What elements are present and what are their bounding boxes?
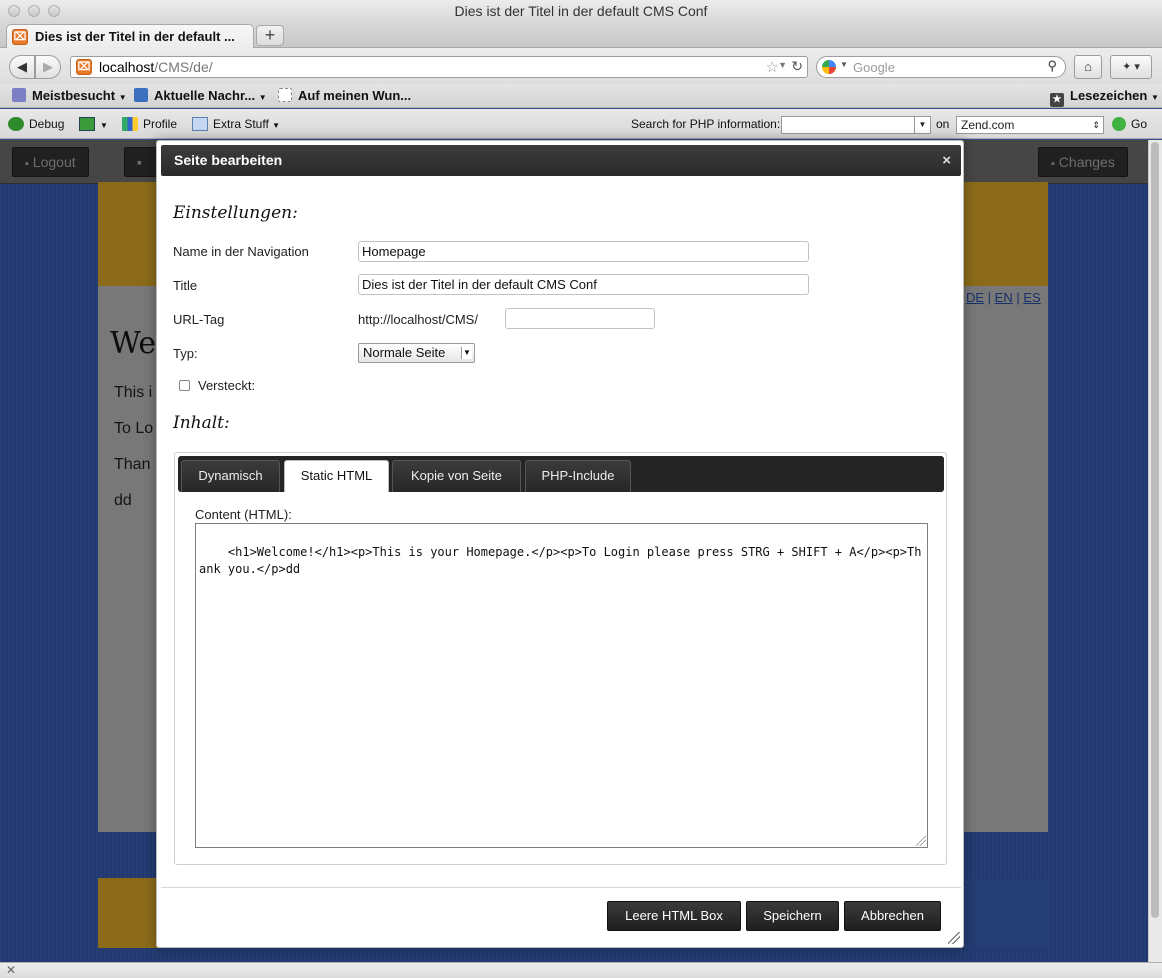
addon-menu-icon[interactable]: ✦ ▾	[1110, 55, 1152, 79]
extra-stuff-menu[interactable]: Extra Stuff ▼	[192, 109, 280, 141]
chevron-down-icon: ▼	[461, 347, 472, 359]
tab-php-include[interactable]: PHP-Include	[525, 460, 631, 492]
content-html-label: Content (HTML):	[195, 507, 292, 522]
browser-tab[interactable]: ⌧ Dies ist der Titel in der default ...	[6, 24, 254, 49]
go-arrow-icon	[1112, 117, 1126, 131]
bookmark-most-visited[interactable]: Meistbesucht ▼	[12, 84, 127, 110]
close-window-button[interactable]	[8, 5, 20, 17]
bookmark-news[interactable]: Aktuelle Nachr... ▼	[134, 84, 267, 110]
php-search-dropdown-icon[interactable]: ▼	[914, 117, 930, 133]
hidden-label: Versteckt:	[198, 378, 256, 393]
minimize-window-button[interactable]	[28, 5, 40, 17]
folder-icon	[12, 88, 26, 102]
url-tag-input[interactable]	[505, 308, 655, 329]
php-search-label: Search for PHP information:	[631, 117, 781, 131]
back-button[interactable]: ◀	[9, 55, 35, 79]
tab-kopie-von-seite[interactable]: Kopie von Seite	[392, 460, 521, 492]
profile-chart-icon	[122, 117, 138, 131]
toolbar-dropdown[interactable]: ▼	[79, 109, 108, 141]
type-select[interactable]: Normale Seite ▼	[358, 343, 475, 363]
tab-static-html[interactable]: Static HTML	[284, 460, 389, 492]
bookmarks-bar: Meistbesucht ▼ Aktuelle Nachr... ▼ Auf m…	[0, 84, 1162, 108]
hidden-checkbox[interactable]	[179, 380, 190, 391]
rss-icon	[134, 88, 148, 102]
content-html-textarea[interactable]: <h1>Welcome!</h1><p>This is your Homepag…	[195, 523, 928, 848]
dialog-resize-grip-icon[interactable]	[948, 932, 960, 944]
select-arrows-icon: ⇕	[1092, 120, 1100, 130]
reload-icon[interactable]: ↻	[791, 58, 803, 75]
monitor-icon	[79, 117, 95, 131]
home-icon[interactable]: ⌂	[1074, 55, 1102, 79]
title-label: Title	[173, 278, 198, 293]
bookmarks-star-icon: ★	[1050, 93, 1064, 107]
page-icon	[278, 88, 292, 102]
browser-tab-title: Dies ist der Titel in der default ...	[35, 29, 235, 44]
nav-name-label: Name in der Navigation	[173, 244, 309, 259]
status-bar: ✕	[0, 962, 1162, 978]
zoom-window-button[interactable]	[48, 5, 60, 17]
search-icon[interactable]: ⚲	[1047, 58, 1057, 74]
tab-bar: ⌧ Dies ist der Titel in der default ... …	[0, 22, 1162, 49]
php-search-input[interactable]: ▼	[781, 116, 931, 134]
close-addon-bar-icon[interactable]: ✕	[6, 963, 16, 978]
textarea-resize-grip-icon[interactable]	[916, 836, 926, 846]
nav-name-input[interactable]: Homepage	[358, 241, 809, 262]
content-heading: Inhalt:	[173, 413, 230, 433]
url-text: localhost/CMS/de/	[99, 59, 213, 75]
url-history-dropdown-icon[interactable]: ▼	[778, 60, 787, 70]
url-tag-label: URL-Tag	[173, 312, 225, 327]
dialog-title: Seite bearbeiten	[174, 152, 283, 168]
window-title: Dies ist der Titel in der default CMS Co…	[454, 3, 708, 19]
php-site-select[interactable]: Zend.com ⇕	[956, 116, 1104, 134]
title-input[interactable]: Dies ist der Titel in der default CMS Co…	[358, 274, 809, 295]
on-label: on	[936, 117, 950, 131]
site-favicon-icon: ⌧	[12, 29, 28, 45]
debug-button[interactable]: Debug	[8, 109, 64, 139]
type-label: Typ:	[173, 346, 198, 361]
engine-dropdown-icon[interactable]: ▼	[840, 60, 848, 69]
window-titlebar: Dies ist der Titel in der default CMS Co…	[0, 0, 1162, 22]
tab-dynamisch[interactable]: Dynamisch	[181, 460, 280, 492]
new-tab-button[interactable]: +	[256, 25, 284, 46]
bug-icon	[8, 117, 24, 131]
scrollbar-thumb[interactable]	[1151, 142, 1159, 918]
close-icon[interactable]: ×	[942, 145, 951, 176]
grid-icon	[192, 117, 208, 131]
search-placeholder: Google	[853, 60, 895, 75]
empty-html-box-button[interactable]: Leere HTML Box	[607, 901, 741, 931]
cancel-button[interactable]: Abbrechen	[844, 901, 941, 931]
bookmark-wishlist[interactable]: Auf meinen Wun...	[278, 84, 411, 108]
dialog-divider	[161, 887, 961, 888]
bookmark-star-icon[interactable]: ☆	[766, 58, 779, 76]
bookmarks-menu[interactable]: ★ Lesezeichen ▼	[1050, 84, 1159, 110]
google-search-engine-icon[interactable]	[822, 60, 836, 74]
save-button[interactable]: Speichern	[746, 901, 839, 931]
url-bar[interactable]: ⌧ localhost/CMS/de/ ☆ ▼ ↻	[70, 56, 808, 78]
url-prefix-text: http://localhost/CMS/	[358, 312, 478, 327]
search-bar[interactable]: ▼ Google ⚲	[816, 56, 1066, 78]
forward-button[interactable]: ▶	[35, 55, 61, 79]
profile-button[interactable]: Profile	[122, 109, 177, 139]
settings-heading: Einstellungen:	[173, 203, 298, 223]
edit-page-dialog: Seite bearbeiten × Einstellungen: Name i…	[156, 140, 964, 948]
url-favicon-icon: ⌧	[76, 59, 92, 75]
dialog-titlebar[interactable]: Seite bearbeiten ×	[161, 145, 961, 176]
go-button[interactable]: Go	[1112, 109, 1147, 139]
